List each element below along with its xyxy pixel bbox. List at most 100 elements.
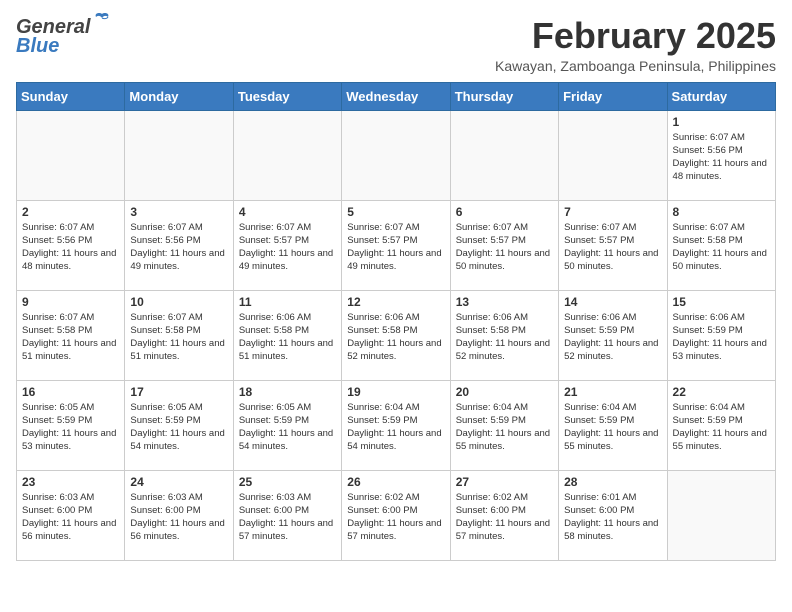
calendar-cell: 1 Sunrise: 6:07 AM Sunset: 5:56 PM Daylig… bbox=[667, 110, 775, 200]
day-number: 22 bbox=[673, 385, 770, 399]
calendar-cell: 19Sunrise: 6:04 AM Sunset: 5:59 PM Dayli… bbox=[342, 380, 450, 470]
day-info: Sunrise: 6:05 AM Sunset: 5:59 PM Dayligh… bbox=[239, 401, 336, 454]
day-info: Sunrise: 6:04 AM Sunset: 5:59 PM Dayligh… bbox=[456, 401, 553, 454]
day-info: Sunrise: 6:06 AM Sunset: 5:59 PM Dayligh… bbox=[673, 311, 770, 364]
day-info: Sunrise: 6:03 AM Sunset: 6:00 PM Dayligh… bbox=[239, 491, 336, 544]
calendar-week-row: 16 Sunrise: 6:05 AM Sunset: 5:59 PM Dayli… bbox=[17, 380, 776, 470]
day-info: Sunrise: 6:07 AM Sunset: 5:57 PM Dayligh… bbox=[347, 221, 444, 274]
day-number: 16 bbox=[22, 385, 119, 399]
day-number: 1 bbox=[673, 115, 770, 129]
calendar-cell bbox=[233, 110, 341, 200]
calendar-cell: 23 Sunrise: 6:03 AM Sunset: 6:00 PM Dayli… bbox=[17, 470, 125, 560]
weekday-header-saturday: Saturday bbox=[667, 82, 775, 110]
day-number: 18 bbox=[239, 385, 336, 399]
calendar-table: SundayMondayTuesdayWednesdayThursdayFrid… bbox=[16, 82, 776, 561]
weekday-header-monday: Monday bbox=[125, 82, 233, 110]
weekday-header-friday: Friday bbox=[559, 82, 667, 110]
day-number: 20 bbox=[456, 385, 553, 399]
weekday-header-thursday: Thursday bbox=[450, 82, 558, 110]
calendar-cell: 22 Sunrise: 6:04 AM Sunset: 5:59 PM Dayli… bbox=[667, 380, 775, 470]
weekday-header-sunday: Sunday bbox=[17, 82, 125, 110]
day-number: 15 bbox=[673, 295, 770, 309]
calendar-cell: 26 Sunrise: 6:02 AM Sunset: 6:00 PM Dayli… bbox=[342, 470, 450, 560]
calendar-cell: 21Sunrise: 6:04 AM Sunset: 5:59 PM Dayli… bbox=[559, 380, 667, 470]
calendar-cell: 4Sunrise: 6:07 AM Sunset: 5:57 PM Daylig… bbox=[233, 200, 341, 290]
calendar-cell: 7 Sunrise: 6:07 AM Sunset: 5:57 PM Daylig… bbox=[559, 200, 667, 290]
day-info: Sunrise: 6:04 AM Sunset: 5:59 PM Dayligh… bbox=[673, 401, 770, 454]
day-info: Sunrise: 6:07 AM Sunset: 5:56 PM Dayligh… bbox=[673, 131, 770, 184]
day-info: Sunrise: 6:02 AM Sunset: 6:00 PM Dayligh… bbox=[347, 491, 444, 544]
calendar-cell: 24 Sunrise: 6:03 AM Sunset: 6:00 PM Dayli… bbox=[125, 470, 233, 560]
day-number: 27 bbox=[456, 475, 553, 489]
calendar-cell: 8 Sunrise: 6:07 AM Sunset: 5:58 PM Daylig… bbox=[667, 200, 775, 290]
day-number: 5 bbox=[347, 205, 444, 219]
day-info: Sunrise: 6:07 AM Sunset: 5:56 PM Dayligh… bbox=[22, 221, 119, 274]
calendar-cell: 10 Sunrise: 6:07 AM Sunset: 5:58 PM Dayli… bbox=[125, 290, 233, 380]
day-number: 14 bbox=[564, 295, 661, 309]
day-number: 19 bbox=[347, 385, 444, 399]
calendar-cell: 25 Sunrise: 6:03 AM Sunset: 6:00 PM Dayli… bbox=[233, 470, 341, 560]
day-info: Sunrise: 6:03 AM Sunset: 6:00 PM Dayligh… bbox=[22, 491, 119, 544]
day-number: 10 bbox=[130, 295, 227, 309]
calendar-cell: 5 Sunrise: 6:07 AM Sunset: 5:57 PM Daylig… bbox=[342, 200, 450, 290]
weekday-header-wednesday: Wednesday bbox=[342, 82, 450, 110]
day-info: Sunrise: 6:07 AM Sunset: 5:58 PM Dayligh… bbox=[22, 311, 119, 364]
title-block: February 2025 Kawayan, Zamboanga Peninsu… bbox=[495, 16, 776, 74]
calendar-cell bbox=[667, 470, 775, 560]
day-info: Sunrise: 6:07 AM Sunset: 5:58 PM Dayligh… bbox=[673, 221, 770, 274]
calendar-cell: 2Sunrise: 6:07 AM Sunset: 5:56 PM Daylig… bbox=[17, 200, 125, 290]
day-info: Sunrise: 6:05 AM Sunset: 5:59 PM Dayligh… bbox=[130, 401, 227, 454]
logo: General Blue bbox=[16, 16, 112, 58]
day-info: Sunrise: 6:06 AM Sunset: 5:58 PM Dayligh… bbox=[239, 311, 336, 364]
day-info: Sunrise: 6:07 AM Sunset: 5:57 PM Dayligh… bbox=[564, 221, 661, 274]
day-number: 7 bbox=[564, 205, 661, 219]
day-info: Sunrise: 6:07 AM Sunset: 5:57 PM Dayligh… bbox=[456, 221, 553, 274]
day-info: Sunrise: 6:02 AM Sunset: 6:00 PM Dayligh… bbox=[456, 491, 553, 544]
day-number: 11 bbox=[239, 295, 336, 309]
weekday-header-tuesday: Tuesday bbox=[233, 82, 341, 110]
day-number: 24 bbox=[130, 475, 227, 489]
calendar-cell: 28 Sunrise: 6:01 AM Sunset: 6:00 PM Dayli… bbox=[559, 470, 667, 560]
day-info: Sunrise: 6:06 AM Sunset: 5:58 PM Dayligh… bbox=[347, 311, 444, 364]
location-subtitle: Kawayan, Zamboanga Peninsula, Philippine… bbox=[495, 58, 776, 74]
logo-blue: Blue bbox=[16, 35, 59, 58]
calendar-cell bbox=[17, 110, 125, 200]
calendar-cell: 6Sunrise: 6:07 AM Sunset: 5:57 PM Daylig… bbox=[450, 200, 558, 290]
calendar-cell: 17Sunrise: 6:05 AM Sunset: 5:59 PM Dayli… bbox=[125, 380, 233, 470]
day-number: 9 bbox=[22, 295, 119, 309]
calendar-cell: 27 Sunrise: 6:02 AM Sunset: 6:00 PM Dayli… bbox=[450, 470, 558, 560]
day-number: 23 bbox=[22, 475, 119, 489]
logo-bird-icon bbox=[92, 12, 112, 35]
calendar-cell: 14 Sunrise: 6:06 AM Sunset: 5:59 PM Dayli… bbox=[559, 290, 667, 380]
calendar-cell: 3Sunrise: 6:07 AM Sunset: 5:56 PM Daylig… bbox=[125, 200, 233, 290]
calendar-cell bbox=[342, 110, 450, 200]
calendar-cell: 16Sunrise: 6:05 AM Sunset: 5:59 PM Dayli… bbox=[17, 380, 125, 470]
calendar-week-row: 9 Sunrise: 6:07 AM Sunset: 5:58 PM Daylig… bbox=[17, 290, 776, 380]
day-number: 3 bbox=[130, 205, 227, 219]
calendar-cell: 15 Sunrise: 6:06 AM Sunset: 5:59 PM Dayli… bbox=[667, 290, 775, 380]
day-number: 28 bbox=[564, 475, 661, 489]
day-info: Sunrise: 6:03 AM Sunset: 6:00 PM Dayligh… bbox=[130, 491, 227, 544]
weekday-header-row: SundayMondayTuesdayWednesdayThursdayFrid… bbox=[17, 82, 776, 110]
day-number: 26 bbox=[347, 475, 444, 489]
day-info: Sunrise: 6:04 AM Sunset: 5:59 PM Dayligh… bbox=[564, 401, 661, 454]
calendar-cell: 13 Sunrise: 6:06 AM Sunset: 5:58 PM Dayli… bbox=[450, 290, 558, 380]
day-info: Sunrise: 6:01 AM Sunset: 6:00 PM Dayligh… bbox=[564, 491, 661, 544]
day-number: 8 bbox=[673, 205, 770, 219]
day-info: Sunrise: 6:07 AM Sunset: 5:58 PM Dayligh… bbox=[130, 311, 227, 364]
calendar-cell bbox=[559, 110, 667, 200]
day-number: 13 bbox=[456, 295, 553, 309]
month-year-title: February 2025 bbox=[495, 16, 776, 56]
day-info: Sunrise: 6:06 AM Sunset: 5:58 PM Dayligh… bbox=[456, 311, 553, 364]
day-number: 25 bbox=[239, 475, 336, 489]
page-header: General Blue February 2025 Kawayan, Zamb… bbox=[16, 16, 776, 74]
calendar-week-row: 2Sunrise: 6:07 AM Sunset: 5:56 PM Daylig… bbox=[17, 200, 776, 290]
calendar-cell bbox=[450, 110, 558, 200]
calendar-week-row: 1 Sunrise: 6:07 AM Sunset: 5:56 PM Daylig… bbox=[17, 110, 776, 200]
calendar-week-row: 23 Sunrise: 6:03 AM Sunset: 6:00 PM Dayli… bbox=[17, 470, 776, 560]
calendar-cell: 18 Sunrise: 6:05 AM Sunset: 5:59 PM Dayli… bbox=[233, 380, 341, 470]
calendar-cell bbox=[125, 110, 233, 200]
day-info: Sunrise: 6:06 AM Sunset: 5:59 PM Dayligh… bbox=[564, 311, 661, 364]
calendar-cell: 20 Sunrise: 6:04 AM Sunset: 5:59 PM Dayli… bbox=[450, 380, 558, 470]
day-number: 4 bbox=[239, 205, 336, 219]
